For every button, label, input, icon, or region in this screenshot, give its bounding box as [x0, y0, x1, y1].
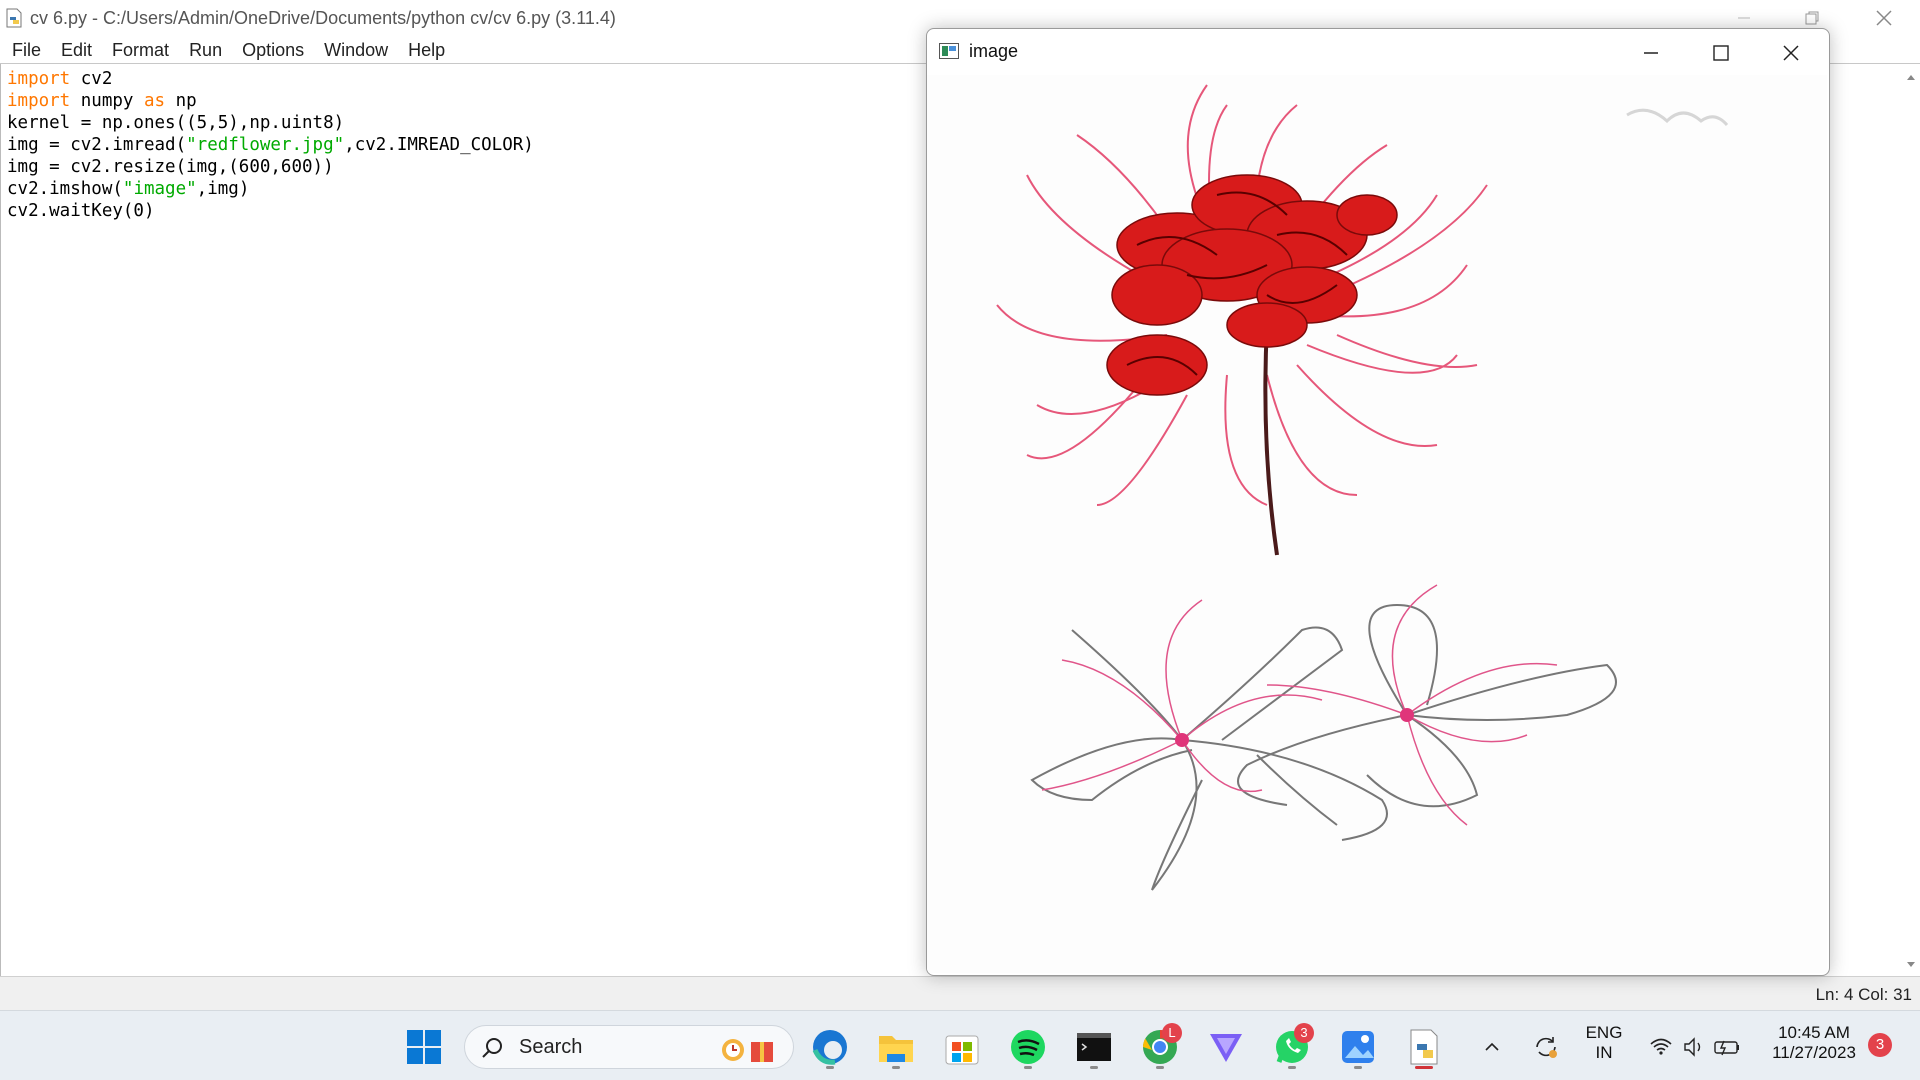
menu-help[interactable]: Help	[398, 37, 455, 63]
image-minimize-button[interactable]	[1621, 35, 1681, 71]
terminal-icon	[1077, 1033, 1111, 1061]
keyword: import	[7, 91, 71, 111]
image-window-title-bar[interactable]: image	[927, 29, 1829, 75]
maximize-icon	[1713, 45, 1729, 61]
quick-settings-button[interactable]	[1644, 1023, 1754, 1071]
string-literal: "image"	[122, 179, 197, 199]
running-indicator	[1354, 1066, 1362, 1069]
code-line[interactable]: import cv2	[7, 68, 534, 90]
code-line[interactable]: img = cv2.imread("redflower.jpg",cv2.IMR…	[7, 134, 534, 156]
store-icon	[945, 1035, 979, 1065]
notification-badge[interactable]: 3	[1868, 1033, 1892, 1057]
menu-window[interactable]: Window	[314, 37, 398, 63]
code-text[interactable]: import cv2 import numpy as np kernel = np.…	[7, 68, 534, 222]
start-button[interactable]	[400, 1023, 448, 1071]
vpn-icon	[1210, 1034, 1242, 1062]
clock[interactable]: 10:45 AM 11/27/2023	[1762, 1023, 1866, 1063]
clock-date: 11/27/2023	[1772, 1043, 1856, 1062]
running-indicator	[1090, 1066, 1098, 1069]
flower-drawing-image	[996, 84, 1729, 891]
code-line[interactable]: kernel = np.ones((5,5),np.uint8)	[7, 112, 534, 134]
photos-icon	[1342, 1031, 1374, 1063]
sync-icon	[1536, 1037, 1557, 1058]
unread-badge: 3	[1294, 1023, 1314, 1043]
string-literal: "redflower.jpg"	[186, 135, 345, 155]
keyword: import	[7, 69, 71, 89]
window-title: cv 6.py - C:/Users/Admin/OneDrive/Docume…	[30, 8, 616, 28]
python-file-icon	[6, 8, 22, 28]
menu-edit[interactable]: Edit	[51, 37, 102, 63]
code-line[interactable]: import numpy as np	[7, 90, 534, 112]
language-indicator[interactable]: ENG IN	[1580, 1023, 1628, 1063]
running-indicator	[1288, 1066, 1296, 1069]
active-indicator	[1415, 1066, 1433, 1069]
menu-options[interactable]: Options	[232, 37, 314, 63]
menu-format[interactable]: Format	[102, 37, 179, 63]
python-idle-icon	[1410, 1029, 1438, 1065]
taskbar-file-explorer[interactable]	[872, 1023, 920, 1071]
opencv-image-window[interactable]: image	[926, 28, 1830, 976]
taskbar-search[interactable]: Search	[464, 1025, 794, 1069]
flower-image	[927, 75, 1827, 973]
window-app-icon	[939, 43, 959, 59]
edge-icon	[812, 1030, 847, 1065]
profile-badge: L	[1162, 1023, 1182, 1043]
taskbar-terminal[interactable]	[1070, 1023, 1118, 1071]
close-icon	[1876, 10, 1892, 26]
search-label: Search	[519, 1036, 583, 1058]
restore-icon	[1805, 11, 1819, 25]
taskbar-edge[interactable]	[806, 1023, 854, 1071]
region-code: IN	[1595, 1043, 1613, 1062]
code-line[interactable]: cv2.imshow("image",img)	[7, 178, 534, 200]
taskbar: Search L 3 ENG IN 10:45 AM 11/27/2023 3	[0, 1010, 1920, 1080]
scroll-arrows-icon	[1907, 75, 1915, 967]
show-hidden-icons-button[interactable]	[1474, 1023, 1510, 1071]
close-icon	[1783, 45, 1799, 61]
search-highlight-icon	[722, 1039, 773, 1062]
status-bar: Ln: 4 Col: 31	[0, 976, 1920, 1010]
taskbar-whatsapp[interactable]: 3	[1268, 1023, 1316, 1071]
image-close-button[interactable]	[1761, 35, 1821, 71]
image-window-title: image	[969, 41, 1019, 61]
minimize-icon	[1738, 17, 1750, 19]
taskbar-spotify[interactable]	[1004, 1023, 1052, 1071]
running-indicator	[1024, 1066, 1032, 1069]
search-icon	[482, 1038, 502, 1058]
running-indicator	[1156, 1066, 1164, 1069]
taskbar-chrome[interactable]: L	[1136, 1023, 1184, 1071]
spotify-icon	[1011, 1030, 1045, 1064]
running-indicator	[892, 1066, 900, 1069]
sync-status-button[interactable]	[1524, 1023, 1568, 1071]
code-line[interactable]: cv2.waitKey(0)	[7, 200, 534, 222]
close-button[interactable]	[1856, 4, 1912, 32]
wifi-volume-battery-icons	[1650, 1037, 1739, 1057]
folder-icon	[879, 1036, 913, 1062]
vertical-scrollbar[interactable]	[1902, 64, 1920, 976]
chevron-up-icon	[1485, 1042, 1499, 1051]
clock-time: 10:45 AM	[1778, 1023, 1850, 1042]
cursor-position: Ln: 4 Col: 31	[1815, 985, 1912, 1004]
menu-run[interactable]: Run	[179, 37, 232, 63]
taskbar-store[interactable]	[938, 1023, 986, 1071]
code-line[interactable]: img = cv2.resize(img,(600,600))	[7, 156, 534, 178]
language-code: ENG	[1585, 1023, 1623, 1042]
taskbar-photos[interactable]	[1334, 1023, 1382, 1071]
image-maximize-button[interactable]	[1691, 35, 1751, 71]
menu-file[interactable]: File	[2, 37, 51, 63]
keyword: as	[143, 91, 166, 111]
running-indicator	[826, 1066, 834, 1069]
minimize-icon	[1644, 52, 1658, 54]
taskbar-vpn[interactable]	[1202, 1023, 1250, 1071]
windows-logo-icon	[407, 1030, 441, 1064]
taskbar-python-idle[interactable]	[1400, 1023, 1448, 1071]
